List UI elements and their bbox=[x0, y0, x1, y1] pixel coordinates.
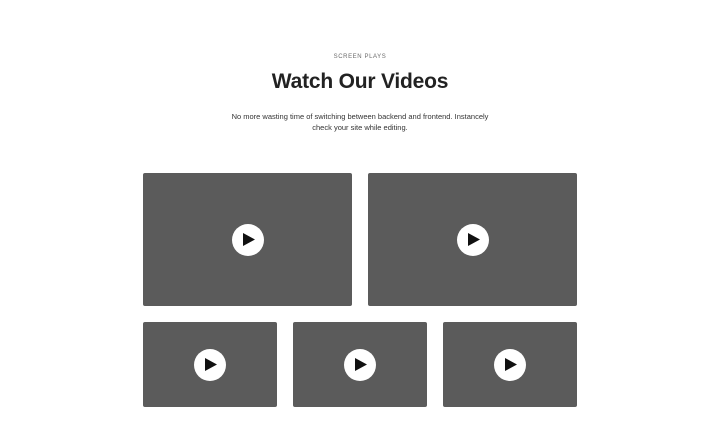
play-icon bbox=[242, 233, 255, 246]
section-title: Watch Our Videos bbox=[271, 70, 449, 93]
video-card-5[interactable] bbox=[443, 322, 577, 407]
play-button[interactable] bbox=[231, 223, 264, 256]
video-card-4[interactable] bbox=[293, 322, 427, 407]
play-icon bbox=[355, 358, 367, 371]
video-card-2[interactable] bbox=[368, 173, 577, 306]
section-subtitle: No more wasting time of switching betwee… bbox=[231, 112, 489, 132]
eyebrow-label: SCREEN PLAYS bbox=[333, 54, 387, 60]
video-card-3[interactable] bbox=[143, 322, 277, 407]
play-icon bbox=[205, 358, 217, 371]
play-button[interactable] bbox=[456, 223, 489, 256]
play-icon bbox=[467, 233, 480, 246]
video-card-1[interactable] bbox=[143, 173, 352, 306]
play-button[interactable] bbox=[344, 348, 376, 381]
play-button[interactable] bbox=[194, 348, 226, 381]
play-icon bbox=[505, 358, 517, 371]
play-button[interactable] bbox=[494, 348, 526, 381]
